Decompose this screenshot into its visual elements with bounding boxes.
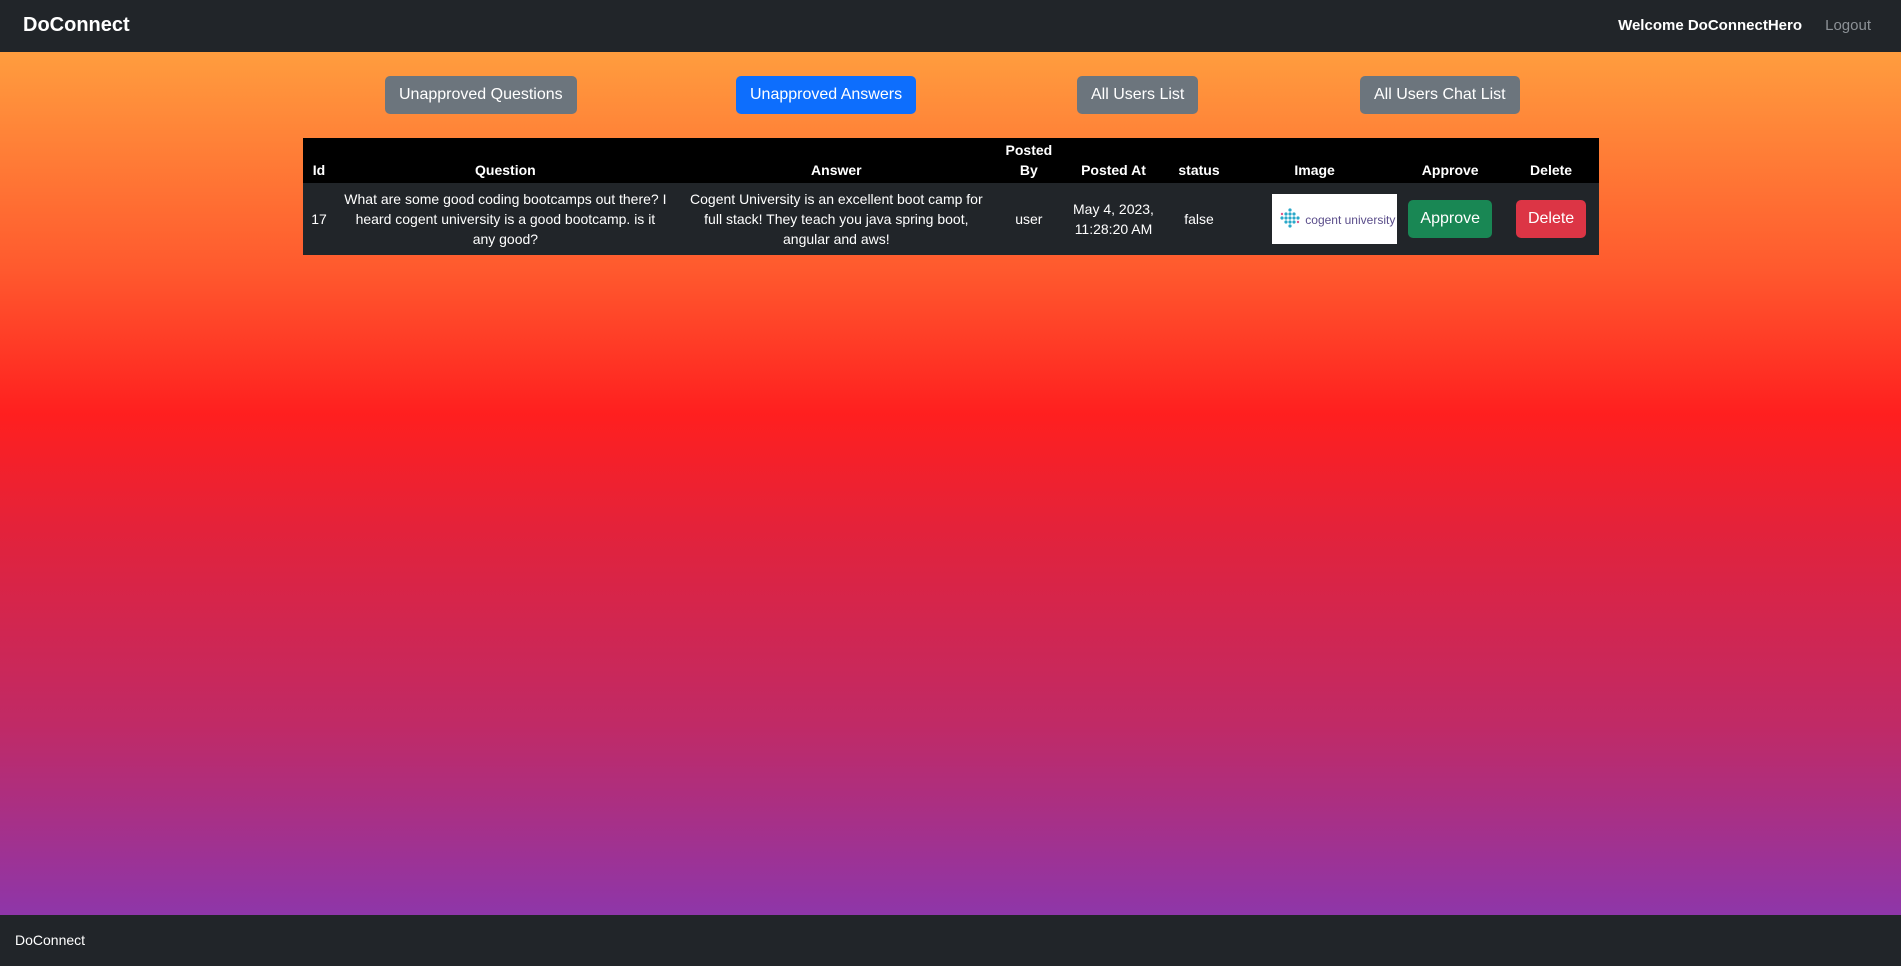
row-posted-at: May 4, 2023, 11:28:20 AM: [1073, 201, 1154, 237]
column-header-image: Image: [1294, 162, 1335, 178]
logo-text: cogent university: [1305, 213, 1396, 227]
table-row: 17 What are some good coding bootcamps o…: [303, 183, 1599, 255]
cogent-university-logo-image: cogent university: [1272, 194, 1398, 244]
unapproved-answers-button[interactable]: Unapproved Answers: [736, 76, 917, 114]
row-answer: Cogent University is an excellent boot c…: [690, 191, 983, 247]
column-header-delete: Delete: [1530, 162, 1573, 178]
footer-brand: DoConnect: [15, 932, 86, 948]
column-header-posted-by: Posted By: [1005, 142, 1053, 178]
all-users-chat-list-button[interactable]: All Users Chat List: [1360, 76, 1520, 114]
column-header-id: Id: [312, 162, 326, 178]
column-header-posted-at: Posted At: [1081, 162, 1146, 178]
row-status: false: [1184, 211, 1214, 227]
brand-logo[interactable]: DoConnect: [23, 14, 130, 37]
row-image-cell: cogent university: [1232, 183, 1398, 255]
row-posted-by: user: [1015, 211, 1043, 227]
welcome-text: Welcome DoConnectHero: [1618, 17, 1802, 34]
answers-table: Id Question Answer Posted By Posted At s…: [303, 138, 1599, 255]
top-navbar: DoConnect Welcome DoConnectHero Logout: [0, 0, 1901, 52]
row-id: 17: [311, 211, 327, 227]
delete-button[interactable]: Delete: [1515, 200, 1587, 238]
column-header-status: status: [1178, 162, 1220, 178]
main-content: Unapproved Questions Unapproved Answers …: [0, 52, 1901, 915]
column-header-approve: Approve: [1421, 162, 1479, 178]
answers-table-container: Id Question Answer Posted By Posted At s…: [303, 138, 1599, 255]
footer: DoConnect: [0, 915, 1901, 966]
approve-button[interactable]: Approve: [1408, 200, 1492, 238]
row-approve-cell: Approve: [1397, 183, 1503, 255]
cogent-logo-icon: [1280, 208, 1300, 228]
column-header-answer: Answer: [811, 162, 862, 178]
logout-link[interactable]: Logout: [1825, 17, 1871, 34]
row-question: What are some good coding bootcamps out …: [344, 191, 667, 247]
table-header-row: Id Question Answer Posted By Posted At s…: [303, 138, 1599, 183]
unapproved-questions-button[interactable]: Unapproved Questions: [385, 76, 577, 114]
row-delete-cell: Delete: [1503, 183, 1599, 255]
all-users-list-button[interactable]: All Users List: [1077, 76, 1199, 114]
column-header-question: Question: [475, 162, 536, 178]
